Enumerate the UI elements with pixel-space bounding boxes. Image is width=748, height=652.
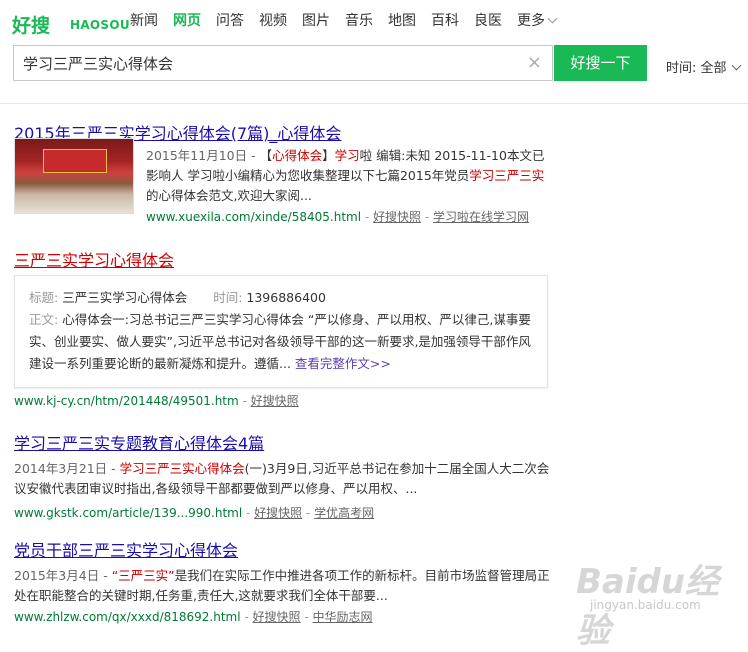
- result-title[interactable]: 三严三实学习心得体会: [14, 247, 574, 271]
- result-url[interactable]: www.zhlzw.com/qx/xxxd/818692.html: [14, 610, 241, 624]
- result-url[interactable]: www.xuexila.com/xinde/58405.html: [146, 210, 361, 224]
- result-snippet: 2015年11月10日 - 【心得体会】学习啦 编辑:未知 2015-11-10…: [146, 146, 556, 206]
- result-thumbnail[interactable]: [14, 138, 134, 214]
- chevron-down-icon: [731, 60, 741, 71]
- separator: -: [238, 394, 251, 408]
- card-title: 三严三实学习心得体会: [62, 290, 188, 305]
- vertical-nav: 新闻 网页 问答 视频 图片 音乐 地图 百科 良医 更多: [130, 10, 571, 30]
- search-result: 2015年三严三实学习心得体会(7篇)_心得体会 2015年11月10日 - 【…: [14, 120, 574, 224]
- clear-icon[interactable]: ×: [527, 52, 542, 73]
- logo-text-en: HAOSOU: [70, 18, 130, 32]
- nav-health[interactable]: 良医: [474, 10, 502, 30]
- haosou-logo[interactable]: 好搜 HAOSOU: [12, 6, 130, 40]
- time-filter[interactable]: 时间: 全部: [666, 57, 741, 76]
- nav-more[interactable]: 更多: [517, 10, 558, 30]
- cache-link[interactable]: 好搜快照: [254, 506, 302, 520]
- result-title[interactable]: 党员干部三严三实学习心得体会: [14, 537, 574, 561]
- snippet-highlight: 心得体会: [272, 148, 323, 163]
- card-body-label: 正文:: [29, 312, 59, 327]
- snippet-highlight: 学习: [334, 148, 360, 163]
- source-link[interactable]: 学优高考网: [314, 506, 374, 520]
- search-result: 三严三实学习心得体会 标题: 三严三实学习心得体会 时间: 1396886400…: [14, 247, 574, 408]
- card-body-text: 心得体会一:习总书记三严三实学习心得体会 “严以修身、严以用权、严以律己,谋事要…: [29, 312, 531, 371]
- snippet-text: 】: [322, 148, 335, 163]
- nav-more-label: 更多: [517, 13, 545, 29]
- snippet-text: 的心得体会范文,欢迎大家阅...: [146, 188, 312, 203]
- separator: -: [240, 610, 253, 624]
- cache-link[interactable]: 好搜快照: [251, 394, 299, 408]
- card-time: 1396886400: [246, 290, 326, 305]
- separator: -: [361, 210, 374, 224]
- watermark-url: jingyan.baidu.com: [590, 598, 701, 612]
- nav-qa[interactable]: 问答: [216, 10, 244, 30]
- card-meta: 标题: 三严三实学习心得体会 时间: 1396886400: [29, 286, 533, 309]
- search-result: 学习三严三实专题教育心得体会4篇 2014年3月21日 - 学习三严三实心得体会…: [14, 430, 574, 521]
- result-title[interactable]: 学习三严三实专题教育心得体会4篇: [14, 430, 574, 454]
- nav-images[interactable]: 图片: [302, 10, 330, 30]
- nav-video[interactable]: 视频: [259, 10, 287, 30]
- chevron-down-icon: [547, 13, 558, 24]
- separator: -: [421, 210, 434, 224]
- result-url-line: www.gkstk.com/article/139...990.html - 好…: [14, 504, 574, 521]
- snippet-highlight: 学习三严三实心得体会: [119, 461, 245, 476]
- snippet-date: 2014年3月21日 -: [14, 461, 120, 476]
- source-link[interactable]: 中华励志网: [313, 610, 373, 624]
- nav-music[interactable]: 音乐: [345, 10, 373, 30]
- cache-link[interactable]: 好搜快照: [373, 210, 421, 224]
- snippet-date: 2015年3月4日 -: [14, 568, 112, 583]
- result-url-line: www.xuexila.com/xinde/58405.html - 好搜快照 …: [146, 208, 529, 225]
- nav-maps[interactable]: 地图: [388, 10, 416, 30]
- snippet-date: 2015年11月10日 -: [146, 148, 260, 163]
- card-time-label: 时间:: [213, 290, 243, 305]
- baidu-jingyan-watermark: Baidu经验 jingyan.baidu.com: [576, 548, 746, 651]
- top-header: 好搜 HAOSOU 新闻 网页 问答 视频 图片 音乐 地图 百科 良医 更多 …: [0, 0, 748, 104]
- snippet-highlight: 学习三严三实: [469, 168, 545, 183]
- separator: -: [302, 506, 315, 520]
- result-url[interactable]: www.gkstk.com/article/139...990.html: [14, 506, 242, 520]
- card-title-label: 标题:: [29, 290, 59, 305]
- result-url-line: www.kj-cy.cn/htm/201448/49501.htm - 好搜快照: [14, 392, 299, 409]
- nav-web[interactable]: 网页: [173, 10, 201, 30]
- result-url-line: www.zhlzw.com/qx/xxxd/818692.html - 好搜快照…: [14, 608, 574, 625]
- nav-baike[interactable]: 百科: [431, 10, 459, 30]
- source-link[interactable]: 学习啦在线学习网: [433, 210, 529, 224]
- logo-text-cn: 好搜: [12, 15, 51, 37]
- search-button[interactable]: 好搜一下: [554, 45, 647, 81]
- search-box[interactable]: 学习三严三实心得体会 ×: [13, 45, 553, 81]
- essay-card: 标题: 三严三实学习心得体会 时间: 1396886400 正文: 心得体会一:…: [14, 275, 548, 388]
- time-filter-value: 全部: [700, 61, 727, 76]
- time-filter-label: 时间:: [666, 61, 697, 76]
- result-url[interactable]: www.kj-cy.cn/htm/201448/49501.htm: [14, 394, 239, 408]
- card-body: 正文: 心得体会一:习总书记三严三实学习心得体会 “严以修身、严以用权、严以律己…: [29, 309, 533, 375]
- separator: -: [300, 610, 313, 624]
- result-snippet: 2015年3月4日 - “三严三实”是我们在实际工作中推进各项工作的新标杆。目前…: [14, 566, 554, 606]
- thumbnail-stage: [43, 149, 107, 173]
- search-result: 党员干部三严三实学习心得体会 2015年3月4日 - “三严三实”是我们在实际工…: [14, 537, 574, 625]
- separator: -: [242, 506, 255, 520]
- nav-news[interactable]: 新闻: [130, 10, 158, 30]
- view-full-essay-link[interactable]: 查看完整作文>>: [295, 356, 391, 371]
- search-input[interactable]: 学习三严三实心得体会: [23, 53, 173, 74]
- snippet-text: 【: [259, 148, 273, 163]
- snippet-highlight: “三严三实”: [111, 568, 175, 583]
- result-snippet: 2014年3月21日 - 学习三严三实心得体会(一)3月9日,习近平总书记在参加…: [14, 459, 554, 499]
- cache-link[interactable]: 好搜快照: [253, 610, 301, 624]
